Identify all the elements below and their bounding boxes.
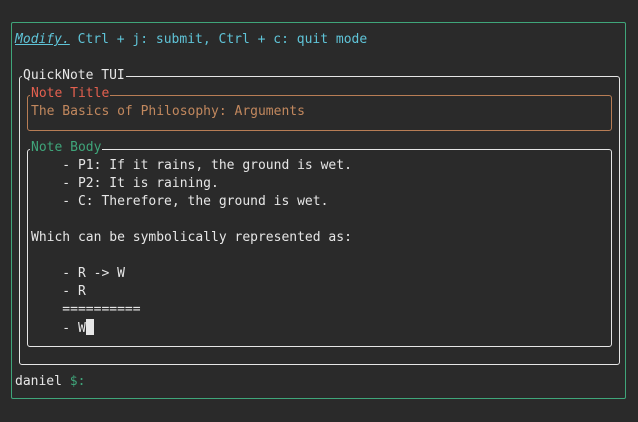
note-body-line — [31, 211, 352, 229]
note-body-line: - P2: It is raining. — [31, 176, 219, 191]
note-title-value[interactable]: The Basics of Philosophy: Arguments — [31, 103, 305, 121]
text-cursor — [85, 319, 94, 335]
note-body-line: - P1: If it rains, the ground is wet. — [31, 158, 352, 173]
note-body-line: - R — [31, 284, 86, 299]
mode-name: Modify. — [15, 32, 70, 47]
note-body-line: ========== — [31, 302, 141, 317]
mode-status-line: Modify. Ctrl + j: submit, Ctrl + c: quit… — [15, 31, 367, 49]
note-body-editor[interactable]: - P1: If it rains, the ground is wet. - … — [31, 157, 352, 337]
note-body-line: Which can be symbolically represented as… — [31, 230, 352, 245]
note-body-line: - C: Therefore, the ground is wet. — [31, 194, 329, 209]
note-body-line: - R -> W — [31, 266, 125, 281]
note-body-label: Note Body — [30, 139, 103, 157]
prompt-user: daniel — [15, 374, 62, 389]
mode-hint: Ctrl + j: submit, Ctrl + c: quit mode — [69, 32, 368, 47]
prompt-symbol: $: — [61, 374, 86, 389]
note-title-label: Note Title — [30, 85, 111, 103]
note-body-line — [31, 247, 352, 265]
app-title: QuickNote TUI — [22, 67, 126, 85]
note-body-line: - W — [31, 319, 352, 337]
shell-prompt: daniel $: — [15, 373, 85, 391]
